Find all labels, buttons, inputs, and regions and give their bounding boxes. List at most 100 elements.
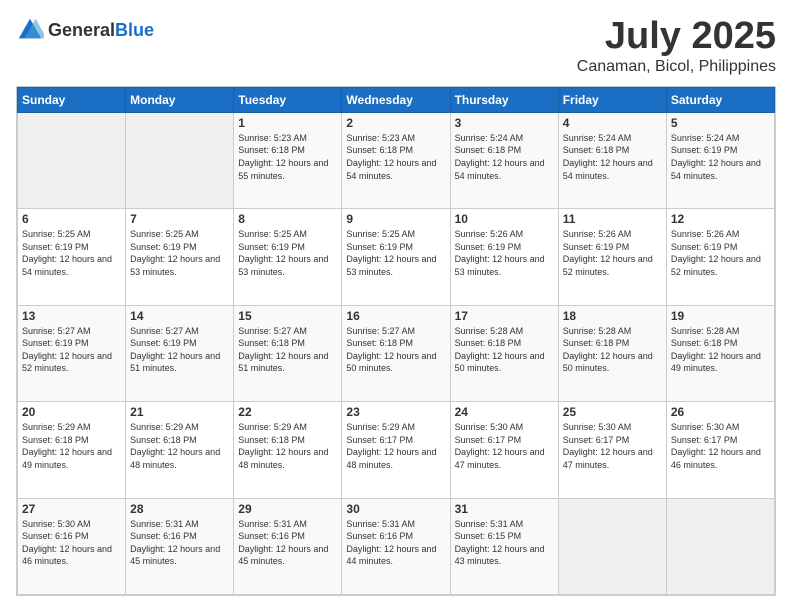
calendar-cell: 24 Sunrise: 5:30 AMSunset: 6:17 PMDayligh… bbox=[450, 402, 558, 498]
calendar-cell: 12Sunrise: 5:26 AMSunset: 6:19 PMDayligh… bbox=[666, 209, 774, 305]
calendar-cell: 20 Sunrise: 5:29 AMSunset: 6:18 PMDayligh… bbox=[18, 402, 126, 498]
calendar-cell: 15 Sunrise: 5:27 AMSunset: 6:18 PMDayligh… bbox=[234, 305, 342, 401]
calendar-week-1: 1 Sunrise: 5:23 AMSunset: 6:18 PMDaylight… bbox=[18, 112, 775, 208]
calendar-cell: 5 Sunrise: 5:24 AMSunset: 6:19 PMDaylight… bbox=[666, 112, 774, 208]
day-info: Sunrise: 5:29 AMSunset: 6:18 PMDaylight:… bbox=[238, 421, 337, 471]
day-number: 19 bbox=[671, 309, 770, 323]
header-thursday: Thursday bbox=[450, 87, 558, 112]
day-number: 1 bbox=[238, 116, 337, 130]
day-info: Sunrise: 5:28 AMSunset: 6:18 PMDaylight:… bbox=[455, 325, 554, 375]
calendar-week-5: 27 Sunrise: 5:30 AMSunset: 6:16 PMDayligh… bbox=[18, 498, 775, 594]
day-number: 9 bbox=[346, 212, 445, 226]
calendar-cell: 17Sunrise: 5:28 AMSunset: 6:18 PMDayligh… bbox=[450, 305, 558, 401]
day-number: 21 bbox=[130, 405, 229, 419]
calendar-cell: 11 Sunrise: 5:26 AMSunset: 6:19 PMDayligh… bbox=[558, 209, 666, 305]
calendar-body: 1 Sunrise: 5:23 AMSunset: 6:18 PMDaylight… bbox=[18, 112, 775, 594]
header-saturday: Saturday bbox=[666, 87, 774, 112]
calendar-cell: 18 Sunrise: 5:28 AMSunset: 6:18 PMDayligh… bbox=[558, 305, 666, 401]
calendar-cell: 3 Sunrise: 5:24 AMSunset: 6:18 PMDaylight… bbox=[450, 112, 558, 208]
calendar-cell: 22 Sunrise: 5:29 AMSunset: 6:18 PMDayligh… bbox=[234, 402, 342, 498]
header-wednesday: Wednesday bbox=[342, 87, 450, 112]
calendar-cell: 2Sunrise: 5:23 AMSunset: 6:18 PMDaylight… bbox=[342, 112, 450, 208]
calendar-cell: 16Sunrise: 5:27 AMSunset: 6:18 PMDayligh… bbox=[342, 305, 450, 401]
header-sunday: Sunday bbox=[18, 87, 126, 112]
calendar-table: Sunday Monday Tuesday Wednesday Thursday… bbox=[17, 87, 775, 595]
calendar-week-3: 13 Sunrise: 5:27 AMSunset: 6:19 PMDayligh… bbox=[18, 305, 775, 401]
day-number: 3 bbox=[455, 116, 554, 130]
day-number: 24 bbox=[455, 405, 554, 419]
logo-text: GeneralBlue bbox=[48, 20, 154, 41]
calendar-cell bbox=[18, 112, 126, 208]
location-title: Canaman, Bicol, Philippines bbox=[577, 58, 776, 76]
logo-icon bbox=[16, 16, 44, 44]
day-info: Sunrise: 5:31 AMSunset: 6:16 PMDaylight:… bbox=[130, 518, 229, 568]
day-info: Sunrise: 5:23 AMSunset: 6:18 PMDaylight:… bbox=[346, 132, 445, 182]
day-number: 31 bbox=[455, 502, 554, 516]
day-number: 20 bbox=[22, 405, 121, 419]
day-info: Sunrise: 5:31 AMSunset: 6:16 PMDaylight:… bbox=[238, 518, 337, 568]
calendar-cell: 7 Sunrise: 5:25 AMSunset: 6:19 PMDaylight… bbox=[126, 209, 234, 305]
calendar-cell: 31Sunrise: 5:31 AMSunset: 6:15 PMDayligh… bbox=[450, 498, 558, 594]
day-info: Sunrise: 5:30 AMSunset: 6:16 PMDaylight:… bbox=[22, 518, 121, 568]
day-number: 18 bbox=[563, 309, 662, 323]
calendar-cell: 14 Sunrise: 5:27 AMSunset: 6:19 PMDayligh… bbox=[126, 305, 234, 401]
calendar-cell: 1 Sunrise: 5:23 AMSunset: 6:18 PMDaylight… bbox=[234, 112, 342, 208]
day-info: Sunrise: 5:29 AMSunset: 6:18 PMDaylight:… bbox=[130, 421, 229, 471]
month-title: July 2025 bbox=[577, 16, 776, 58]
day-number: 14 bbox=[130, 309, 229, 323]
calendar-cell: 13Sunrise: 5:27 AMSunset: 6:19 PMDayligh… bbox=[18, 305, 126, 401]
header-friday: Friday bbox=[558, 87, 666, 112]
day-number: 22 bbox=[238, 405, 337, 419]
day-number: 4 bbox=[563, 116, 662, 130]
day-number: 11 bbox=[563, 212, 662, 226]
header: GeneralBlue July 2025 Canaman, Bicol, Ph… bbox=[16, 16, 776, 76]
day-info: Sunrise: 5:30 AMSunset: 6:17 PMDaylight:… bbox=[455, 421, 554, 471]
day-info: Sunrise: 5:24 AMSunset: 6:18 PMDaylight:… bbox=[455, 132, 554, 182]
page: GeneralBlue July 2025 Canaman, Bicol, Ph… bbox=[0, 0, 792, 612]
header-right: July 2025 Canaman, Bicol, Philippines bbox=[577, 16, 776, 76]
day-number: 10 bbox=[455, 212, 554, 226]
logo-blue: Blue bbox=[115, 20, 154, 40]
day-info: Sunrise: 5:27 AMSunset: 6:18 PMDaylight:… bbox=[238, 325, 337, 375]
day-number: 8 bbox=[238, 212, 337, 226]
calendar-cell: 26Sunrise: 5:30 AMSunset: 6:17 PMDayligh… bbox=[666, 402, 774, 498]
calendar-cell: 19 Sunrise: 5:28 AMSunset: 6:18 PMDayligh… bbox=[666, 305, 774, 401]
day-info: Sunrise: 5:29 AMSunset: 6:17 PMDaylight:… bbox=[346, 421, 445, 471]
day-number: 5 bbox=[671, 116, 770, 130]
day-info: Sunrise: 5:26 AMSunset: 6:19 PMDaylight:… bbox=[563, 228, 662, 278]
calendar-cell: 6 Sunrise: 5:25 AMSunset: 6:19 PMDaylight… bbox=[18, 209, 126, 305]
day-info: Sunrise: 5:27 AMSunset: 6:19 PMDaylight:… bbox=[130, 325, 229, 375]
calendar-cell: 27 Sunrise: 5:30 AMSunset: 6:16 PMDayligh… bbox=[18, 498, 126, 594]
calendar-cell: 4 Sunrise: 5:24 AMSunset: 6:18 PMDaylight… bbox=[558, 112, 666, 208]
day-info: Sunrise: 5:26 AMSunset: 6:19 PMDaylight:… bbox=[455, 228, 554, 278]
day-number: 13 bbox=[22, 309, 121, 323]
day-info: Sunrise: 5:24 AMSunset: 6:18 PMDaylight:… bbox=[563, 132, 662, 182]
days-header-row: Sunday Monday Tuesday Wednesday Thursday… bbox=[18, 87, 775, 112]
calendar-cell: 8 Sunrise: 5:25 AMSunset: 6:19 PMDaylight… bbox=[234, 209, 342, 305]
calendar-cell: 30 Sunrise: 5:31 AMSunset: 6:16 PMDayligh… bbox=[342, 498, 450, 594]
calendar-week-4: 20 Sunrise: 5:29 AMSunset: 6:18 PMDayligh… bbox=[18, 402, 775, 498]
day-number: 30 bbox=[346, 502, 445, 516]
day-info: Sunrise: 5:23 AMSunset: 6:18 PMDaylight:… bbox=[238, 132, 337, 182]
day-number: 12 bbox=[671, 212, 770, 226]
day-info: Sunrise: 5:25 AMSunset: 6:19 PMDaylight:… bbox=[130, 228, 229, 278]
calendar-cell: 25Sunrise: 5:30 AMSunset: 6:17 PMDayligh… bbox=[558, 402, 666, 498]
calendar-cell: 28 Sunrise: 5:31 AMSunset: 6:16 PMDayligh… bbox=[126, 498, 234, 594]
day-number: 7 bbox=[130, 212, 229, 226]
day-info: Sunrise: 5:24 AMSunset: 6:19 PMDaylight:… bbox=[671, 132, 770, 182]
calendar-cell bbox=[666, 498, 774, 594]
day-info: Sunrise: 5:25 AMSunset: 6:19 PMDaylight:… bbox=[22, 228, 121, 278]
calendar-header: Sunday Monday Tuesday Wednesday Thursday… bbox=[18, 87, 775, 112]
day-number: 6 bbox=[22, 212, 121, 226]
day-number: 28 bbox=[130, 502, 229, 516]
day-number: 27 bbox=[22, 502, 121, 516]
day-number: 15 bbox=[238, 309, 337, 323]
day-info: Sunrise: 5:28 AMSunset: 6:18 PMDaylight:… bbox=[671, 325, 770, 375]
day-info: Sunrise: 5:29 AMSunset: 6:18 PMDaylight:… bbox=[22, 421, 121, 471]
day-info: Sunrise: 5:25 AMSunset: 6:19 PMDaylight:… bbox=[238, 228, 337, 278]
calendar-cell bbox=[126, 112, 234, 208]
day-info: Sunrise: 5:28 AMSunset: 6:18 PMDaylight:… bbox=[563, 325, 662, 375]
day-info: Sunrise: 5:30 AMSunset: 6:17 PMDaylight:… bbox=[671, 421, 770, 471]
calendar-cell: 9Sunrise: 5:25 AMSunset: 6:19 PMDaylight… bbox=[342, 209, 450, 305]
day-info: Sunrise: 5:31 AMSunset: 6:16 PMDaylight:… bbox=[346, 518, 445, 568]
